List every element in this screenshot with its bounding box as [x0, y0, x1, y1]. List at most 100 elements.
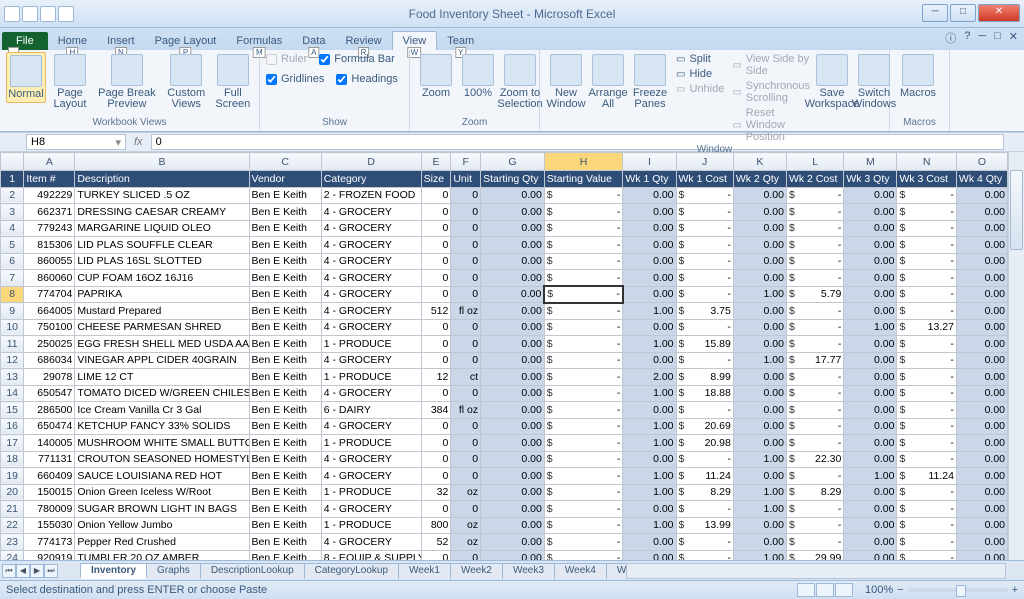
cell[interactable]: 0.00 [844, 534, 897, 551]
cell[interactable]: 0.00 [481, 286, 545, 303]
cell[interactable]: - [544, 187, 623, 204]
cell[interactable]: 0.00 [956, 220, 1007, 237]
cell[interactable]: 0 [451, 336, 481, 353]
header-cell[interactable]: Starting Qty [481, 171, 545, 188]
cell[interactable]: Ben E Keith [249, 484, 321, 501]
tab-page-layout[interactable]: Page LayoutP [145, 32, 227, 50]
cell[interactable]: 1 - PRODUCE [321, 369, 421, 386]
row-header-10[interactable]: 10 [1, 319, 24, 336]
cell[interactable]: SAUCE LOUISIANA RED HOT [75, 468, 249, 485]
cell[interactable]: 0.00 [481, 418, 545, 435]
col-header-M[interactable]: M [844, 153, 897, 171]
cell[interactable]: - [897, 303, 956, 320]
cell[interactable]: 0.00 [733, 435, 786, 452]
cell[interactable]: 0 [451, 253, 481, 270]
cell[interactable]: 0.00 [733, 369, 786, 386]
cell[interactable]: 4 - GROCERY [321, 270, 421, 287]
cell[interactable]: - [897, 352, 956, 369]
cell[interactable]: 650474 [24, 418, 75, 435]
fx-icon[interactable]: fx [134, 136, 143, 148]
row-header-19[interactable]: 19 [1, 468, 24, 485]
cell[interactable]: 155030 [24, 517, 75, 534]
cell[interactable]: 0 [451, 385, 481, 402]
cell[interactable]: 0.00 [956, 270, 1007, 287]
cell[interactable]: 0.00 [623, 220, 676, 237]
cell[interactable]: 29078 [24, 369, 75, 386]
cell[interactable]: - [676, 270, 733, 287]
cell[interactable]: 1.00 [733, 550, 786, 560]
cell[interactable]: - [544, 501, 623, 518]
cell[interactable]: CHEESE PARMESAN SHRED [75, 319, 249, 336]
cell[interactable]: 0.00 [733, 468, 786, 485]
cell[interactable]: - [897, 534, 956, 551]
undo-icon[interactable] [40, 6, 56, 22]
cell[interactable]: 384 [421, 402, 451, 419]
row-header-20[interactable]: 20 [1, 484, 24, 501]
cell[interactable]: 0.00 [623, 402, 676, 419]
cell[interactable]: 860055 [24, 253, 75, 270]
cell[interactable]: 0 [421, 187, 451, 204]
cell[interactable]: 6 - DAIRY [321, 402, 421, 419]
row-header-5[interactable]: 5 [1, 237, 24, 254]
cell[interactable]: 4 - GROCERY [321, 319, 421, 336]
cell[interactable]: - [897, 484, 956, 501]
header-cell[interactable]: Wk 1 Cost [676, 171, 733, 188]
cell[interactable]: - [544, 435, 623, 452]
cell[interactable]: 0.00 [844, 435, 897, 452]
cell[interactable]: 0.00 [733, 517, 786, 534]
cell[interactable]: - [544, 204, 623, 221]
header-cell[interactable]: Size [421, 171, 451, 188]
cell[interactable]: 0.00 [956, 369, 1007, 386]
cell[interactable]: 8 - EQUIP & SUPPLY [321, 550, 421, 560]
cell[interactable]: Ben E Keith [249, 385, 321, 402]
cell[interactable]: - [544, 303, 623, 320]
cell[interactable]: - [786, 468, 843, 485]
row-header-24[interactable]: 24 [1, 550, 24, 560]
tab-home[interactable]: HomeH [48, 32, 97, 50]
header-cell[interactable]: Wk 4 Qty [956, 171, 1007, 188]
col-header-E[interactable]: E [421, 153, 451, 171]
cell[interactable]: EGG FRESH SHELL MED USDA AA [75, 336, 249, 353]
tab-insert[interactable]: InsertN [97, 32, 145, 50]
cell[interactable]: 1.00 [844, 468, 897, 485]
cell[interactable]: 0.00 [481, 501, 545, 518]
cell[interactable]: 0.00 [844, 369, 897, 386]
cell[interactable]: 650547 [24, 385, 75, 402]
cell[interactable]: Ben E Keith [249, 270, 321, 287]
cell[interactable]: 1.00 [844, 319, 897, 336]
col-header-K[interactable]: K [733, 153, 786, 171]
cell[interactable]: - [786, 303, 843, 320]
cell[interactable]: 0.00 [481, 517, 545, 534]
cell[interactable]: oz [451, 517, 481, 534]
zoom-in-button[interactable]: + [1012, 584, 1018, 596]
cell[interactable]: 15.89 [676, 336, 733, 353]
cell[interactable]: Ben E Keith [249, 253, 321, 270]
cell[interactable]: - [676, 402, 733, 419]
cell[interactable]: 0.00 [956, 402, 1007, 419]
row-header-4[interactable]: 4 [1, 220, 24, 237]
cell[interactable]: 0.00 [623, 187, 676, 204]
cell[interactable]: 0.00 [733, 336, 786, 353]
split-button[interactable]: ▭ Split [676, 52, 724, 66]
cell[interactable]: 0.00 [623, 534, 676, 551]
cell[interactable]: VINEGAR APPL CIDER 40GRAIN [75, 352, 249, 369]
cell[interactable]: CUP FOAM 16OZ 16J16 [75, 270, 249, 287]
cell[interactable]: 0.00 [956, 204, 1007, 221]
cell[interactable]: - [676, 253, 733, 270]
cell[interactable]: 4 - GROCERY [321, 385, 421, 402]
cell[interactable]: - [544, 319, 623, 336]
view-mode-buttons[interactable] [797, 583, 853, 597]
sheet-tab-graphs[interactable]: Graphs [146, 563, 201, 579]
cell[interactable]: 1.00 [733, 484, 786, 501]
cell[interactable]: 0 [421, 220, 451, 237]
cell[interactable]: 1 - PRODUCE [321, 517, 421, 534]
cell[interactable]: ct [451, 369, 481, 386]
cell[interactable]: 0 [421, 253, 451, 270]
row-header-12[interactable]: 12 [1, 352, 24, 369]
cell[interactable]: 0 [451, 319, 481, 336]
header-cell[interactable]: Category [321, 171, 421, 188]
cell[interactable]: 0 [421, 418, 451, 435]
cell[interactable]: 774704 [24, 286, 75, 303]
col-header-C[interactable]: C [249, 153, 321, 171]
freeze-panes-button[interactable]: Freeze Panes [630, 52, 670, 112]
